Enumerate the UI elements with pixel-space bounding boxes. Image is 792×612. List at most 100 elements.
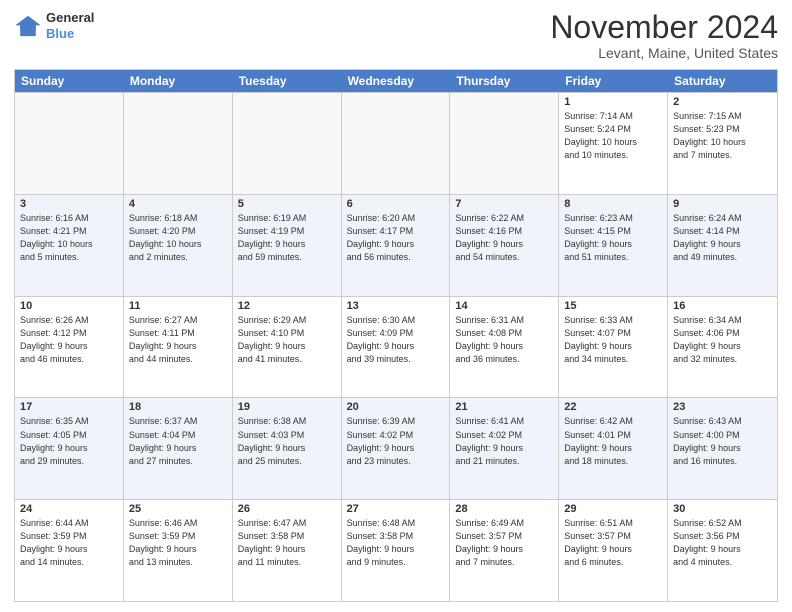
subtitle: Levant, Maine, United States [550, 45, 778, 61]
day-cell-3: 3 Sunrise: 6:16 AM Sunset: 4:21 PM Daylig… [15, 195, 124, 296]
day-cell-27: 27 Sunrise: 6:48 AM Sunset: 3:58 PM Dayli… [342, 500, 451, 601]
day-info-16: Sunrise: 6:34 AM Sunset: 4:06 PM Dayligh… [673, 314, 772, 366]
page: General Blue November 2024 Levant, Maine… [0, 0, 792, 612]
header-wednesday: Wednesday [342, 70, 451, 92]
day-cell-11: 11 Sunrise: 6:27 AM Sunset: 4:11 PM Dayli… [124, 297, 233, 398]
day-info-12: Sunrise: 6:29 AM Sunset: 4:10 PM Dayligh… [238, 314, 336, 366]
day-cell-13: 13Sunrise: 6:30 AM Sunset: 4:09 PM Dayli… [342, 297, 451, 398]
calendar-row-3: 10Sunrise: 6:26 AM Sunset: 4:12 PM Dayli… [15, 296, 777, 398]
month-title: November 2024 [550, 10, 778, 45]
day-number-9: 9 [673, 198, 772, 210]
day-cell-19: 19 Sunrise: 6:38 AM Sunset: 4:03 PM Dayli… [233, 398, 342, 499]
day-cell-26: 26Sunrise: 6:47 AM Sunset: 3:58 PM Dayli… [233, 500, 342, 601]
day-cell-4: 4 Sunrise: 6:18 AM Sunset: 4:20 PM Daylig… [124, 195, 233, 296]
day-number-27: 27 [347, 503, 445, 515]
day-info-4: Sunrise: 6:18 AM Sunset: 4:20 PM Dayligh… [129, 212, 227, 264]
day-number-17: 17 [20, 401, 118, 413]
empty-cell-r0-c0 [15, 93, 124, 194]
day-info-11: Sunrise: 6:27 AM Sunset: 4:11 PM Dayligh… [129, 314, 227, 366]
header-thursday: Thursday [450, 70, 559, 92]
day-info-1: Sunrise: 7:14 AM Sunset: 5:24 PM Dayligh… [564, 110, 662, 162]
day-cell-28: 28Sunrise: 6:49 AM Sunset: 3:57 PM Dayli… [450, 500, 559, 601]
day-number-15: 15 [564, 300, 662, 312]
day-info-24: Sunrise: 6:44 AM Sunset: 3:59 PM Dayligh… [20, 517, 118, 569]
day-number-7: 7 [455, 198, 553, 210]
day-cell-21: 21 Sunrise: 6:41 AM Sunset: 4:02 PM Dayli… [450, 398, 559, 499]
day-number-21: 21 [455, 401, 553, 413]
day-number-24: 24 [20, 503, 118, 515]
day-number-20: 20 [347, 401, 445, 413]
day-cell-16: 16 Sunrise: 6:34 AM Sunset: 4:06 PM Dayli… [668, 297, 777, 398]
day-info-3: Sunrise: 6:16 AM Sunset: 4:21 PM Dayligh… [20, 212, 118, 264]
day-info-22: Sunrise: 6:42 AM Sunset: 4:01 PM Dayligh… [564, 415, 662, 467]
day-cell-25: 25 Sunrise: 6:46 AM Sunset: 3:59 PM Dayli… [124, 500, 233, 601]
day-info-5: Sunrise: 6:19 AM Sunset: 4:19 PM Dayligh… [238, 212, 336, 264]
calendar-row-4: 17Sunrise: 6:35 AM Sunset: 4:05 PM Dayli… [15, 397, 777, 499]
empty-cell-r0-c2 [233, 93, 342, 194]
day-cell-6: 6Sunrise: 6:20 AM Sunset: 4:17 PM Daylig… [342, 195, 451, 296]
calendar-row-5: 24 Sunrise: 6:44 AM Sunset: 3:59 PM Dayli… [15, 499, 777, 601]
day-number-13: 13 [347, 300, 445, 312]
day-info-8: Sunrise: 6:23 AM Sunset: 4:15 PM Dayligh… [564, 212, 662, 264]
header-friday: Friday [559, 70, 668, 92]
day-cell-17: 17Sunrise: 6:35 AM Sunset: 4:05 PM Dayli… [15, 398, 124, 499]
day-cell-1: 1 Sunrise: 7:14 AM Sunset: 5:24 PM Daylig… [559, 93, 668, 194]
day-number-25: 25 [129, 503, 227, 515]
day-number-2: 2 [673, 96, 772, 108]
day-info-25: Sunrise: 6:46 AM Sunset: 3:59 PM Dayligh… [129, 517, 227, 569]
day-cell-10: 10Sunrise: 6:26 AM Sunset: 4:12 PM Dayli… [15, 297, 124, 398]
day-info-23: Sunrise: 6:43 AM Sunset: 4:00 PM Dayligh… [673, 415, 772, 467]
day-cell-2: 2 Sunrise: 7:15 AM Sunset: 5:23 PM Daylig… [668, 93, 777, 194]
day-info-27: Sunrise: 6:48 AM Sunset: 3:58 PM Dayligh… [347, 517, 445, 569]
day-cell-29: 29 Sunrise: 6:51 AM Sunset: 3:57 PM Dayli… [559, 500, 668, 601]
calendar-row-1: 1 Sunrise: 7:14 AM Sunset: 5:24 PM Daylig… [15, 92, 777, 194]
logo-line1: General [46, 10, 94, 26]
day-number-14: 14 [455, 300, 553, 312]
header-saturday: Saturday [668, 70, 777, 92]
logo: General Blue [14, 10, 94, 41]
day-info-18: Sunrise: 6:37 AM Sunset: 4:04 PM Dayligh… [129, 415, 227, 467]
day-cell-23: 23 Sunrise: 6:43 AM Sunset: 4:00 PM Dayli… [668, 398, 777, 499]
day-info-28: Sunrise: 6:49 AM Sunset: 3:57 PM Dayligh… [455, 517, 553, 569]
header-tuesday: Tuesday [233, 70, 342, 92]
logo-icon [14, 14, 42, 38]
header-sunday: Sunday [15, 70, 124, 92]
day-number-8: 8 [564, 198, 662, 210]
day-cell-12: 12 Sunrise: 6:29 AM Sunset: 4:10 PM Dayli… [233, 297, 342, 398]
day-number-19: 19 [238, 401, 336, 413]
day-info-2: Sunrise: 7:15 AM Sunset: 5:23 PM Dayligh… [673, 110, 772, 162]
day-number-11: 11 [129, 300, 227, 312]
empty-cell-r0-c4 [450, 93, 559, 194]
calendar: SundayMondayTuesdayWednesdayThursdayFrid… [14, 69, 778, 602]
day-number-29: 29 [564, 503, 662, 515]
day-cell-20: 20Sunrise: 6:39 AM Sunset: 4:02 PM Dayli… [342, 398, 451, 499]
logo-text: General Blue [46, 10, 94, 41]
day-cell-18: 18Sunrise: 6:37 AM Sunset: 4:04 PM Dayli… [124, 398, 233, 499]
day-number-23: 23 [673, 401, 772, 413]
day-number-10: 10 [20, 300, 118, 312]
day-info-29: Sunrise: 6:51 AM Sunset: 3:57 PM Dayligh… [564, 517, 662, 569]
day-number-4: 4 [129, 198, 227, 210]
day-info-21: Sunrise: 6:41 AM Sunset: 4:02 PM Dayligh… [455, 415, 553, 467]
day-number-30: 30 [673, 503, 772, 515]
day-info-6: Sunrise: 6:20 AM Sunset: 4:17 PM Dayligh… [347, 212, 445, 264]
empty-cell-r0-c3 [342, 93, 451, 194]
calendar-header: SundayMondayTuesdayWednesdayThursdayFrid… [15, 70, 777, 92]
top-section: General Blue November 2024 Levant, Maine… [14, 10, 778, 61]
day-info-19: Sunrise: 6:38 AM Sunset: 4:03 PM Dayligh… [238, 415, 336, 467]
day-cell-7: 7 Sunrise: 6:22 AM Sunset: 4:16 PM Daylig… [450, 195, 559, 296]
day-number-3: 3 [20, 198, 118, 210]
header-monday: Monday [124, 70, 233, 92]
day-info-7: Sunrise: 6:22 AM Sunset: 4:16 PM Dayligh… [455, 212, 553, 264]
calendar-row-2: 3 Sunrise: 6:16 AM Sunset: 4:21 PM Daylig… [15, 194, 777, 296]
day-info-15: Sunrise: 6:33 AM Sunset: 4:07 PM Dayligh… [564, 314, 662, 366]
day-number-16: 16 [673, 300, 772, 312]
logo-line2: Blue [46, 26, 94, 42]
day-cell-22: 22Sunrise: 6:42 AM Sunset: 4:01 PM Dayli… [559, 398, 668, 499]
day-cell-5: 5Sunrise: 6:19 AM Sunset: 4:19 PM Daylig… [233, 195, 342, 296]
day-number-1: 1 [564, 96, 662, 108]
day-cell-15: 15 Sunrise: 6:33 AM Sunset: 4:07 PM Dayli… [559, 297, 668, 398]
day-cell-14: 14Sunrise: 6:31 AM Sunset: 4:08 PM Dayli… [450, 297, 559, 398]
day-info-9: Sunrise: 6:24 AM Sunset: 4:14 PM Dayligh… [673, 212, 772, 264]
day-number-12: 12 [238, 300, 336, 312]
